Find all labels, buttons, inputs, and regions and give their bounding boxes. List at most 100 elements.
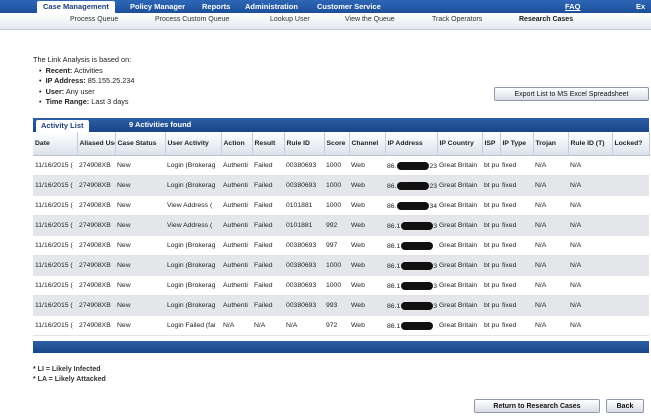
column-header[interactable]: IP Country bbox=[437, 132, 483, 156]
table-cell bbox=[612, 295, 649, 316]
table-cell: Login Failed (fai bbox=[165, 315, 221, 336]
tab-policy-manager[interactable]: Policy Manager bbox=[124, 1, 191, 13]
tab-case-management[interactable]: Case Management bbox=[37, 1, 115, 13]
tab-customer-service[interactable]: Customer Service bbox=[311, 1, 387, 13]
info-time-range: Time Range: Last 3 days bbox=[39, 97, 134, 108]
return-to-research-cases-button[interactable]: Return to Research Cases bbox=[474, 399, 600, 413]
info-recent: Recent: Activities bbox=[39, 66, 134, 77]
table-cell: N/A bbox=[221, 315, 252, 336]
table-cell: Great Britain bbox=[437, 235, 482, 256]
table-cell: Great Britain bbox=[437, 175, 482, 196]
tab-administration[interactable]: Administration bbox=[239, 1, 304, 13]
sub-nav-bar: Process Queue Process Custom Queue Looku… bbox=[0, 13, 651, 30]
ip-address-cell: 86.234 bbox=[385, 155, 437, 176]
subnav-research-cases[interactable]: Research Cases bbox=[519, 16, 573, 23]
table-cell: New bbox=[115, 295, 165, 316]
info-user: User: Any user bbox=[39, 87, 134, 98]
column-header[interactable]: Trojan bbox=[533, 132, 569, 156]
table-row[interactable]: 11/16/2015 (274908XB New Login (Brokerag Au… bbox=[33, 295, 649, 316]
table-cell: Authenti bbox=[221, 155, 252, 176]
column-header[interactable]: ISP bbox=[482, 132, 501, 156]
subnav-lookup-user[interactable]: Lookup User bbox=[270, 16, 310, 23]
redaction-mark bbox=[401, 221, 434, 230]
redaction-mark bbox=[397, 181, 430, 190]
table-cell: bt pu bbox=[482, 215, 500, 236]
table-row[interactable]: 11/16/2015 (274908XB New Login (Brokerag Au… bbox=[33, 175, 649, 196]
table-cell: bt pu bbox=[482, 175, 500, 196]
column-header[interactable]: Aliased User ID bbox=[77, 132, 116, 156]
table-row[interactable]: 11/16/2015 (274908XB New Login (Brokerag Au… bbox=[33, 255, 649, 276]
column-header[interactable]: Channel bbox=[349, 132, 386, 156]
table-cell: N/A bbox=[568, 275, 612, 296]
tab-reports[interactable]: Reports bbox=[196, 1, 236, 13]
subnav-process-queue[interactable]: Process Queue bbox=[70, 16, 118, 23]
table-cell: Web bbox=[349, 195, 385, 216]
table-cell: N/A bbox=[252, 315, 284, 336]
column-header[interactable]: IP Type bbox=[500, 132, 534, 156]
column-header[interactable]: Score bbox=[324, 132, 350, 156]
table-cell: 00380693 bbox=[284, 255, 324, 276]
export-excel-button[interactable]: Export List to MS Excel Spreadsheet bbox=[494, 87, 649, 101]
table-row[interactable]: 11/16/2015 (274908XB New Login (Brokerag Au… bbox=[33, 155, 649, 176]
subnav-process-custom-queue[interactable]: Process Custom Queue bbox=[155, 16, 229, 23]
activities-found-count: 9 Activities found bbox=[129, 120, 192, 129]
table-cell: 1000 bbox=[324, 175, 349, 196]
table-row[interactable]: 11/16/2015 (274908XB New View Address ( Au… bbox=[33, 215, 649, 236]
column-header[interactable]: Rule ID bbox=[284, 132, 325, 156]
table-cell: 274908XB bbox=[77, 175, 115, 196]
faq-link[interactable]: FAQ bbox=[559, 1, 586, 13]
table-cell: 274908XB bbox=[77, 195, 115, 216]
table-cell: New bbox=[115, 235, 165, 256]
column-header[interactable]: IP Address bbox=[385, 132, 438, 156]
table-cell: 00380693 bbox=[284, 175, 324, 196]
table-row[interactable]: 11/16/2015 (274908XB New Login (Brokerag Au… bbox=[33, 275, 649, 296]
table-cell: Great Britain bbox=[437, 315, 482, 336]
column-header[interactable]: Result bbox=[252, 132, 285, 156]
column-header[interactable]: Case Status bbox=[115, 132, 166, 156]
table-cell: N/A bbox=[533, 275, 568, 296]
column-header[interactable]: Locked? bbox=[612, 132, 650, 156]
table-cell: Failed bbox=[252, 215, 284, 236]
table-cell: 972 bbox=[324, 315, 349, 336]
table-cell: Failed bbox=[252, 155, 284, 176]
table-cell: fixed bbox=[500, 295, 533, 316]
table-cell: Web bbox=[349, 315, 385, 336]
table-cell: 274908XB bbox=[77, 295, 115, 316]
table-row[interactable]: 11/16/2015 (274908XB New Login (Brokerag Au… bbox=[33, 235, 649, 256]
table-cell: 1000 bbox=[324, 195, 349, 216]
table-cell: Authenti bbox=[221, 195, 252, 216]
redaction-mark bbox=[401, 301, 434, 310]
table-cell: N/A bbox=[533, 155, 568, 176]
table-row[interactable]: 11/16/2015 (274908XB New View Address ( Au… bbox=[33, 195, 649, 216]
table-cell bbox=[612, 235, 649, 256]
redaction-mark bbox=[401, 281, 434, 290]
activity-table: DateAliased User IDCase StatusUser Activ… bbox=[33, 132, 650, 336]
table-row[interactable]: 11/16/2015 (274908XB New Login Failed (fai… bbox=[33, 315, 649, 336]
back-button[interactable]: Back bbox=[606, 399, 644, 413]
table-cell: 274908XB bbox=[77, 215, 115, 236]
tab-activity-list[interactable]: Activity List bbox=[36, 120, 89, 132]
table-cell: N/A bbox=[533, 255, 568, 276]
exit-link[interactable]: Ex bbox=[630, 1, 651, 13]
column-header[interactable]: Rule ID (T) bbox=[568, 132, 613, 156]
table-cell: fixed bbox=[500, 235, 533, 256]
subnav-view-the-queue[interactable]: View the Queue bbox=[345, 16, 395, 23]
column-header[interactable]: User Activity bbox=[165, 132, 222, 156]
table-cell: N/A bbox=[533, 175, 568, 196]
column-header[interactable]: Action bbox=[221, 132, 253, 156]
table-cell: bt pu bbox=[482, 315, 500, 336]
subnav-track-operators[interactable]: Track Operators bbox=[432, 16, 482, 23]
ip-address-cell: 86.134 bbox=[385, 275, 437, 296]
table-cell: Authenti bbox=[221, 275, 252, 296]
table-cell: Great Britain bbox=[437, 215, 482, 236]
table-cell: bt pu bbox=[482, 275, 500, 296]
table-cell: Login (Brokerag bbox=[165, 155, 221, 176]
column-header[interactable]: Date bbox=[33, 132, 78, 156]
ip-address-cell: 86. 34 bbox=[385, 195, 437, 216]
table-cell: N/A bbox=[568, 235, 612, 256]
table-cell: New bbox=[115, 195, 165, 216]
table-cell: 1000 bbox=[324, 255, 349, 276]
table-cell: Web bbox=[349, 155, 385, 176]
table-cell: N/A bbox=[533, 235, 568, 256]
table-cell: Failed bbox=[252, 275, 284, 296]
